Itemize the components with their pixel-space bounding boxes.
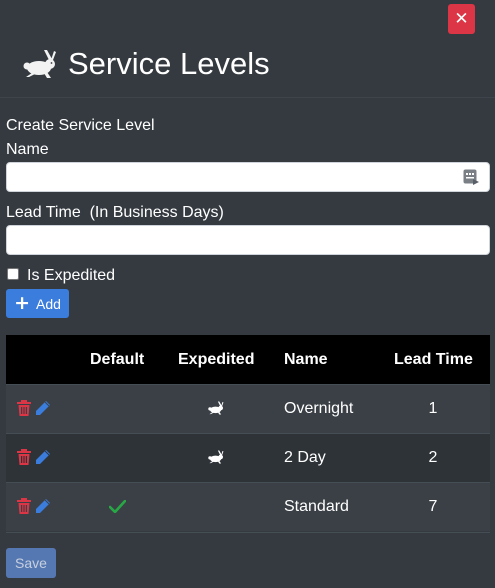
pencil-icon[interactable] [35,449,51,465]
row-actions [17,498,51,514]
table-header: Default Expedited Name Lead Time [6,335,490,384]
row-actions [17,400,51,416]
save-button[interactable]: Save [6,548,56,578]
page-title: Service Levels [68,46,270,81]
column-header-lead-time: Lead Time [394,351,473,368]
dialog-header: Service Levels [20,44,270,84]
service-level-lead-time: 7 [428,498,438,515]
is-expedited-checkbox[interactable] [7,268,19,280]
expedited-rabbit-icon [191,450,241,469]
close-button[interactable]: ✕ [448,4,475,34]
column-header-expedited: Expedited [178,351,255,368]
table-row: Overnight 1 [6,384,490,433]
table-bottom-border [6,532,490,533]
autofill-icon[interactable] [463,169,480,186]
add-button-label: Add [36,295,61,312]
name-input[interactable] [6,162,490,192]
table-row: Standard 7 [6,482,490,531]
column-header-name: Name [284,351,328,368]
is-expedited-label: Is Expedited [27,267,116,284]
default-check-icon [107,499,127,518]
trash-icon[interactable] [17,449,31,465]
header-divider [0,97,495,98]
trash-icon[interactable] [17,498,31,514]
service-level-name: 2 Day [284,449,326,466]
pencil-icon[interactable] [35,400,51,416]
add-button[interactable]: + Add [6,289,69,318]
expedited-rabbit-icon [191,401,241,420]
lead-time-label: Lead Time (In Business Days) [6,204,224,221]
service-level-lead-time: 2 [428,449,438,466]
column-header-default: Default [90,351,145,368]
form-section-title: Create Service Level [6,117,155,134]
trash-icon[interactable] [17,400,31,416]
service-level-name: Standard [284,498,349,515]
plus-icon: + [14,292,30,314]
name-label: Name [6,141,49,158]
service-level-name: Overnight [284,400,354,417]
rabbit-icon [20,49,60,79]
row-actions [17,449,51,465]
pencil-icon[interactable] [35,498,51,514]
table-row: 2 Day 2 [6,433,490,482]
lead-time-input[interactable] [6,225,490,255]
service-level-lead-time: 1 [428,400,438,417]
